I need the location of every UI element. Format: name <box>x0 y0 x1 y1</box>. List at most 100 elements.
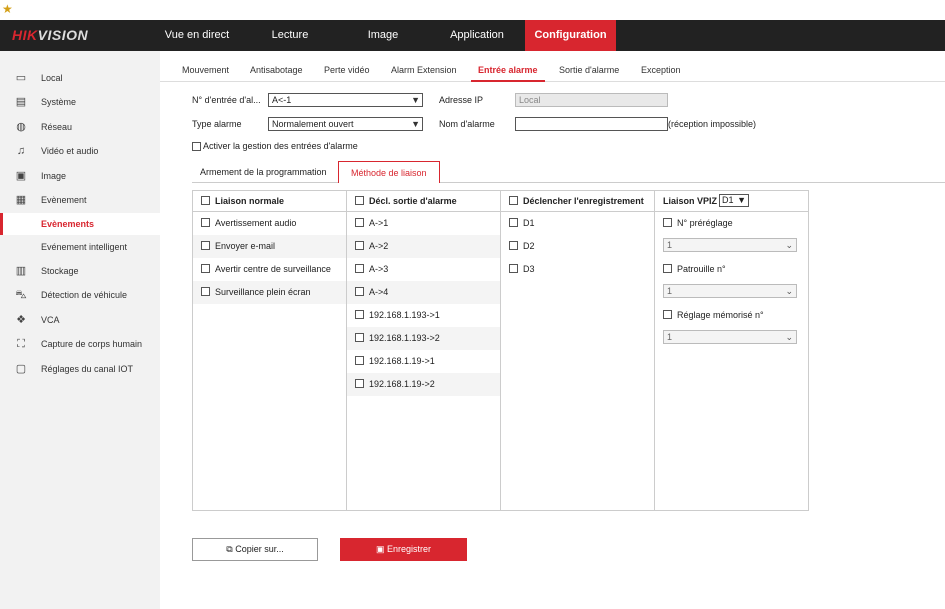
list-item: A->2 <box>347 235 500 258</box>
alarm-type-select[interactable]: Normalement ouvert ▼ <box>268 117 423 131</box>
alarm-type-value: Normalement ouvert <box>272 119 354 129</box>
sidebar-item-image[interactable]: ▣ Image <box>0 165 160 187</box>
alarm-input-no-select[interactable]: A<-1 ▼ <box>268 93 423 107</box>
tab-tamper[interactable]: Antisabotage <box>250 60 303 82</box>
sidebar-item-body-capture[interactable]: ⛶ Capture de corps humain <box>0 333 160 355</box>
nav-image[interactable]: Image <box>350 20 416 51</box>
normal-linkage-column: Liaison normale Avertissement audio Envo… <box>193 191 347 510</box>
output-checkbox[interactable] <box>355 218 364 228</box>
sidebar-item-smart-event[interactable]: Evénement intelligent <box>0 236 160 258</box>
image-icon: ▣ <box>15 170 27 182</box>
tab-alarm-extension[interactable]: Alarm Extension <box>391 60 457 82</box>
copy-to-button[interactable]: ⧉ Copier sur... <box>192 538 318 561</box>
list-item: 192.168.1.193->1 <box>347 304 500 327</box>
preset-select[interactable]: 1 ⌄ <box>663 238 797 252</box>
tab-video-loss[interactable]: Perte vidéo <box>324 60 370 82</box>
audio-warning-checkbox[interactable] <box>201 218 210 228</box>
monitor-icon: ▭ <box>15 72 27 84</box>
output-checkbox[interactable] <box>355 356 364 366</box>
output-checkbox[interactable] <box>355 379 364 389</box>
calendar-icon: ▦ <box>15 194 27 206</box>
record-channel-checkbox[interactable] <box>509 264 518 274</box>
alarm-output-all-checkbox[interactable] <box>355 196 364 206</box>
nav-application[interactable]: Application <box>440 20 514 51</box>
alarm-name-note: (réception impossible) <box>668 119 757 129</box>
list-item: D3 <box>501 258 654 281</box>
list-item: Réglage mémorisé n° <box>655 304 808 327</box>
chevron-down-icon: ▼ <box>411 119 420 129</box>
vca-icon: ❖ <box>16 314 26 326</box>
tab-motion[interactable]: Mouvement <box>182 60 229 82</box>
browser-strip: ★ <box>0 0 945 20</box>
patrol-checkbox[interactable] <box>663 264 672 274</box>
ptz-linkage-header: Liaison VPIZ D1 ▼ <box>655 191 808 212</box>
pattern-select[interactable]: 1 ⌄ <box>663 330 797 344</box>
body-capture-icon: ⛶ <box>17 338 25 350</box>
alarm-name-label: Nom d'alarme <box>439 119 495 129</box>
favorite-star-icon[interactable]: ★ <box>2 2 13 16</box>
alarm-name-field[interactable] <box>515 117 668 131</box>
record-channel-checkbox[interactable] <box>509 241 518 251</box>
notify-center-checkbox[interactable] <box>201 264 210 274</box>
enable-alarm-input-row: Activer la gestion des entrées d'alarme <box>192 141 358 152</box>
trigger-recording-header: Déclencher l'enregistrement <box>501 191 654 212</box>
output-checkbox[interactable] <box>355 287 364 297</box>
linkage-panel: Liaison normale Avertissement audio Envo… <box>192 190 809 511</box>
save-label: Enregistrer <box>387 544 432 554</box>
list-item: Envoyer e-mail <box>193 235 346 258</box>
list-item: D1 <box>501 212 654 235</box>
chevron-down-icon: ▼ <box>737 195 747 206</box>
subtab-arming-schedule[interactable]: Armement de la programmation <box>200 161 327 183</box>
iot-icon: ▢ <box>15 363 27 375</box>
sidebar-item-vehicle-detection[interactable]: ⛍ Détection de véhicule <box>0 284 160 306</box>
send-email-checkbox[interactable] <box>201 241 210 251</box>
pattern-checkbox[interactable] <box>663 310 672 320</box>
ptz-channel-select[interactable]: D1 ▼ <box>719 194 750 208</box>
alarm-type-label: Type alarme <box>192 119 242 129</box>
list-item: Avertir centre de surveillance <box>193 258 346 281</box>
alarm-input-no-label: N° d'entrée d'al... <box>192 95 261 105</box>
list-item: D2 <box>501 235 654 258</box>
ip-address-field[interactable]: Local <box>515 93 668 107</box>
sidebar-item-network[interactable]: ◍ Réseau <box>0 116 160 138</box>
patrol-select[interactable]: 1 ⌄ <box>663 284 797 298</box>
output-checkbox[interactable] <box>355 264 364 274</box>
sidebar-item-local[interactable]: ▭ Local <box>0 67 160 89</box>
sidebar-item-iot-channel[interactable]: ▢ Réglages du canal IOT <box>0 358 160 380</box>
sidebar-item-system[interactable]: ▤ Système <box>0 91 160 113</box>
tab-exception[interactable]: Exception <box>641 60 681 82</box>
nav-live-view[interactable]: Vue en direct <box>152 20 242 51</box>
list-item: 192.168.1.19->2 <box>347 373 500 396</box>
hikvision-logo: HIKVISION <box>12 27 89 43</box>
video-audio-icon: ♫ <box>16 145 26 157</box>
chevron-down-icon: ⌄ <box>785 286 793 296</box>
list-item: Avertissement audio <box>193 212 346 235</box>
normal-linkage-all-checkbox[interactable] <box>201 196 210 206</box>
record-channel-checkbox[interactable] <box>509 218 518 228</box>
tab-alarm-input[interactable]: Entrée alarme <box>471 60 545 82</box>
trigger-recording-all-checkbox[interactable] <box>509 196 518 206</box>
sidebar-item-video-audio[interactable]: ♫ Vidéo et audio <box>0 140 160 162</box>
subtab-linkage-method[interactable]: Méthode de liaison <box>338 161 440 183</box>
sidebar-item-vca[interactable]: ❖ VCA <box>0 309 160 331</box>
trigger-recording-column: Déclencher l'enregistrement D1 D2 D3 <box>501 191 655 510</box>
ip-address-label: Adresse IP <box>439 95 484 105</box>
tab-alarm-output[interactable]: Sortie d'alarme <box>559 60 619 82</box>
save-button[interactable]: ▣ Enregistrer <box>340 538 467 561</box>
output-checkbox[interactable] <box>355 333 364 343</box>
preset-checkbox[interactable] <box>663 218 672 228</box>
system-icon: ▤ <box>15 96 27 108</box>
list-item: A->1 <box>347 212 500 235</box>
nav-playback[interactable]: Lecture <box>255 20 325 51</box>
sidebar-item-storage[interactable]: ▥ Stockage <box>0 260 160 282</box>
enable-alarm-input-checkbox[interactable] <box>192 142 201 152</box>
nav-configuration[interactable]: Configuration <box>525 20 616 51</box>
fullscreen-monitoring-checkbox[interactable] <box>201 287 210 297</box>
output-checkbox[interactable] <box>355 310 364 320</box>
alarm-input-no-value: A<-1 <box>272 95 292 105</box>
list-item: A->4 <box>347 281 500 304</box>
list-item: A->3 <box>347 258 500 281</box>
sidebar-item-events[interactable]: Evènements <box>0 213 160 235</box>
sidebar-item-event[interactable]: ▦ Evènement <box>0 189 160 211</box>
output-checkbox[interactable] <box>355 241 364 251</box>
